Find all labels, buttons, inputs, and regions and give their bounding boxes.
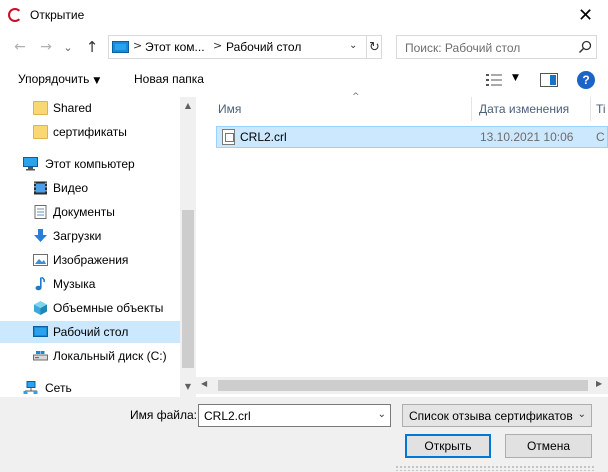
nav-item-label: Этот компьютер — [45, 157, 135, 171]
nav-item-shared[interactable]: Shared — [0, 97, 180, 119]
file-row[interactable]: CRL2.crl 13.10.2021 10:06 C — [216, 126, 608, 148]
scroll-down-icon[interactable]: ▼ — [180, 382, 196, 391]
scrollbar-thumb[interactable] — [182, 210, 194, 368]
open-button[interactable]: Открыть — [405, 434, 491, 458]
file-type: C — [596, 130, 605, 144]
breadcrumb-desktop[interactable]: Рабочий стол — [226, 40, 301, 54]
cancel-button[interactable]: Отмена — [505, 434, 592, 458]
recent-locations-icon[interactable]: ⌄ — [58, 37, 78, 57]
nav-item-this-pc[interactable]: Этот компьютер — [0, 153, 180, 175]
chevron-down-icon[interactable]: ⌄ — [378, 409, 386, 420]
help-icon[interactable]: ? — [577, 71, 595, 89]
address-bar[interactable]: > Этот ком... > Рабочий стол ⌄ ↻ — [108, 35, 382, 59]
window-title: Открытие — [30, 8, 85, 22]
filename-input[interactable]: CRL2.crl ⌄ — [198, 404, 391, 427]
music-icon — [35, 277, 45, 291]
nav-item-music[interactable]: Музыка — [0, 273, 180, 295]
computer-icon — [23, 157, 38, 171]
documents-icon — [34, 205, 47, 219]
nav-pane-scrollbar[interactable]: ▲ ▼ — [180, 97, 196, 397]
scroll-right-icon[interactable]: ▶ — [596, 379, 602, 388]
scrollbar-thumb[interactable] — [218, 380, 588, 391]
breadcrumb-separator: > — [213, 39, 223, 52]
column-header-name[interactable]: Имя ^ — [210, 92, 472, 121]
nav-item-label: Документы — [53, 205, 115, 219]
scroll-up-icon[interactable]: ▲ — [180, 101, 196, 110]
nav-item-pictures[interactable]: Изображения — [0, 249, 180, 271]
address-dropdown-icon[interactable]: ⌄ — [349, 40, 357, 51]
column-header-label: Ti — [596, 102, 606, 116]
chevron-down-icon: ⌄ — [577, 409, 586, 420]
nav-item-local-disk[interactable]: Локальный диск (C:) — [0, 345, 180, 367]
app-logo-icon — [8, 8, 22, 22]
filename-label: Имя файла: — [130, 408, 197, 422]
resize-grip[interactable] — [395, 465, 595, 471]
search-box[interactable]: Поиск: Рабочий стол — [396, 35, 597, 59]
column-header-date[interactable]: Дата изменения — [471, 97, 591, 121]
new-folder-button[interactable]: Новая папка — [134, 72, 204, 86]
filename-value: CRL2.crl — [204, 409, 251, 423]
up-arrow-icon[interactable]: ↑ — [82, 37, 102, 57]
column-header-label: Имя — [218, 102, 242, 116]
back-arrow-icon[interactable]: ← — [10, 37, 30, 57]
3d-objects-icon — [34, 301, 47, 315]
certificate-file-icon — [222, 129, 235, 145]
preview-pane-icon[interactable] — [540, 73, 558, 87]
nav-item-label: Рабочий стол — [53, 325, 129, 339]
downloads-icon — [34, 229, 47, 242]
organize-label: Упорядочить — [18, 72, 90, 86]
view-options-icon[interactable] — [486, 73, 502, 87]
search-placeholder: Поиск: Рабочий стол — [405, 41, 521, 55]
nav-item-label: Музыка — [53, 277, 96, 291]
forward-arrow-icon[interactable]: → — [36, 37, 56, 57]
nav-item-label: сертификаты — [53, 125, 127, 139]
file-type-value: Список отзыва сертификатов — [409, 409, 573, 423]
breadcrumb-this-pc[interactable]: Этот ком... — [145, 40, 205, 54]
nav-item-label: Изображения — [53, 253, 129, 267]
nav-item-label: Загрузки — [53, 229, 102, 243]
navigation-pane: Shared сертификаты Этот компьютер Видео … — [0, 97, 196, 397]
folder-icon — [33, 101, 48, 115]
nav-item-3d-objects[interactable]: Объемные объекты — [0, 297, 180, 319]
close-button[interactable]: ✕ — [563, 0, 608, 31]
column-header-label: Дата изменения — [479, 102, 570, 116]
pictures-icon — [33, 254, 48, 266]
nav-item-certificates[interactable]: сертификаты — [0, 121, 180, 143]
nav-item-desktop[interactable]: Рабочий стол — [0, 321, 180, 343]
nav-item-label: Shared — [53, 101, 92, 115]
scroll-left-icon[interactable]: ◀ — [201, 379, 207, 388]
file-type-select[interactable]: Список отзыва сертификатов ⌄ — [402, 404, 592, 427]
organize-menu[interactable]: Упорядочить ▼ — [18, 72, 100, 86]
nav-item-label: Видео — [53, 181, 89, 195]
nav-item-label: Объемные объекты — [53, 301, 164, 315]
file-date: 13.10.2021 10:06 — [480, 130, 574, 144]
view-dropdown-icon[interactable]: ▼ — [512, 73, 519, 83]
refresh-icon[interactable]: ↻ — [366, 36, 382, 58]
title-bar: Открытие ✕ — [0, 0, 608, 31]
nav-item-downloads[interactable]: Загрузки — [0, 225, 180, 247]
file-name: CRL2.crl — [240, 130, 287, 144]
nav-item-network[interactable]: Сеть — [0, 377, 180, 397]
column-header-type[interactable]: Ti — [590, 97, 608, 121]
command-bar: Упорядочить ▼ Новая папка ▼ ? — [0, 63, 608, 97]
navigation-bar: ← → ⌄ ↑ > Этот ком... > Рабочий стол ⌄ ↻… — [0, 31, 608, 63]
network-icon — [23, 381, 38, 394]
horizontal-scrollbar[interactable]: ◀ ▶ — [196, 377, 608, 394]
chevron-down-icon: ▼ — [93, 76, 101, 86]
nav-item-label: Локальный диск (C:) — [53, 349, 167, 363]
search-icon[interactable] — [577, 39, 593, 55]
file-list-pane: Имя ^ Дата изменения Ti CRL2.crl 13.10.2… — [196, 92, 608, 397]
breadcrumb-separator: > — [133, 39, 143, 52]
drive-icon — [33, 351, 48, 361]
video-icon — [34, 181, 47, 195]
monitor-icon — [112, 41, 129, 53]
folder-icon — [33, 125, 48, 139]
sort-ascending-icon: ^ — [352, 92, 360, 102]
desktop-icon — [33, 326, 48, 337]
nav-item-documents[interactable]: Документы — [0, 201, 180, 223]
nav-item-video[interactable]: Видео — [0, 177, 180, 199]
dialog-footer: Имя файла: CRL2.crl ⌄ Список отзыва серт… — [0, 397, 608, 472]
nav-item-label: Сеть — [45, 381, 72, 395]
